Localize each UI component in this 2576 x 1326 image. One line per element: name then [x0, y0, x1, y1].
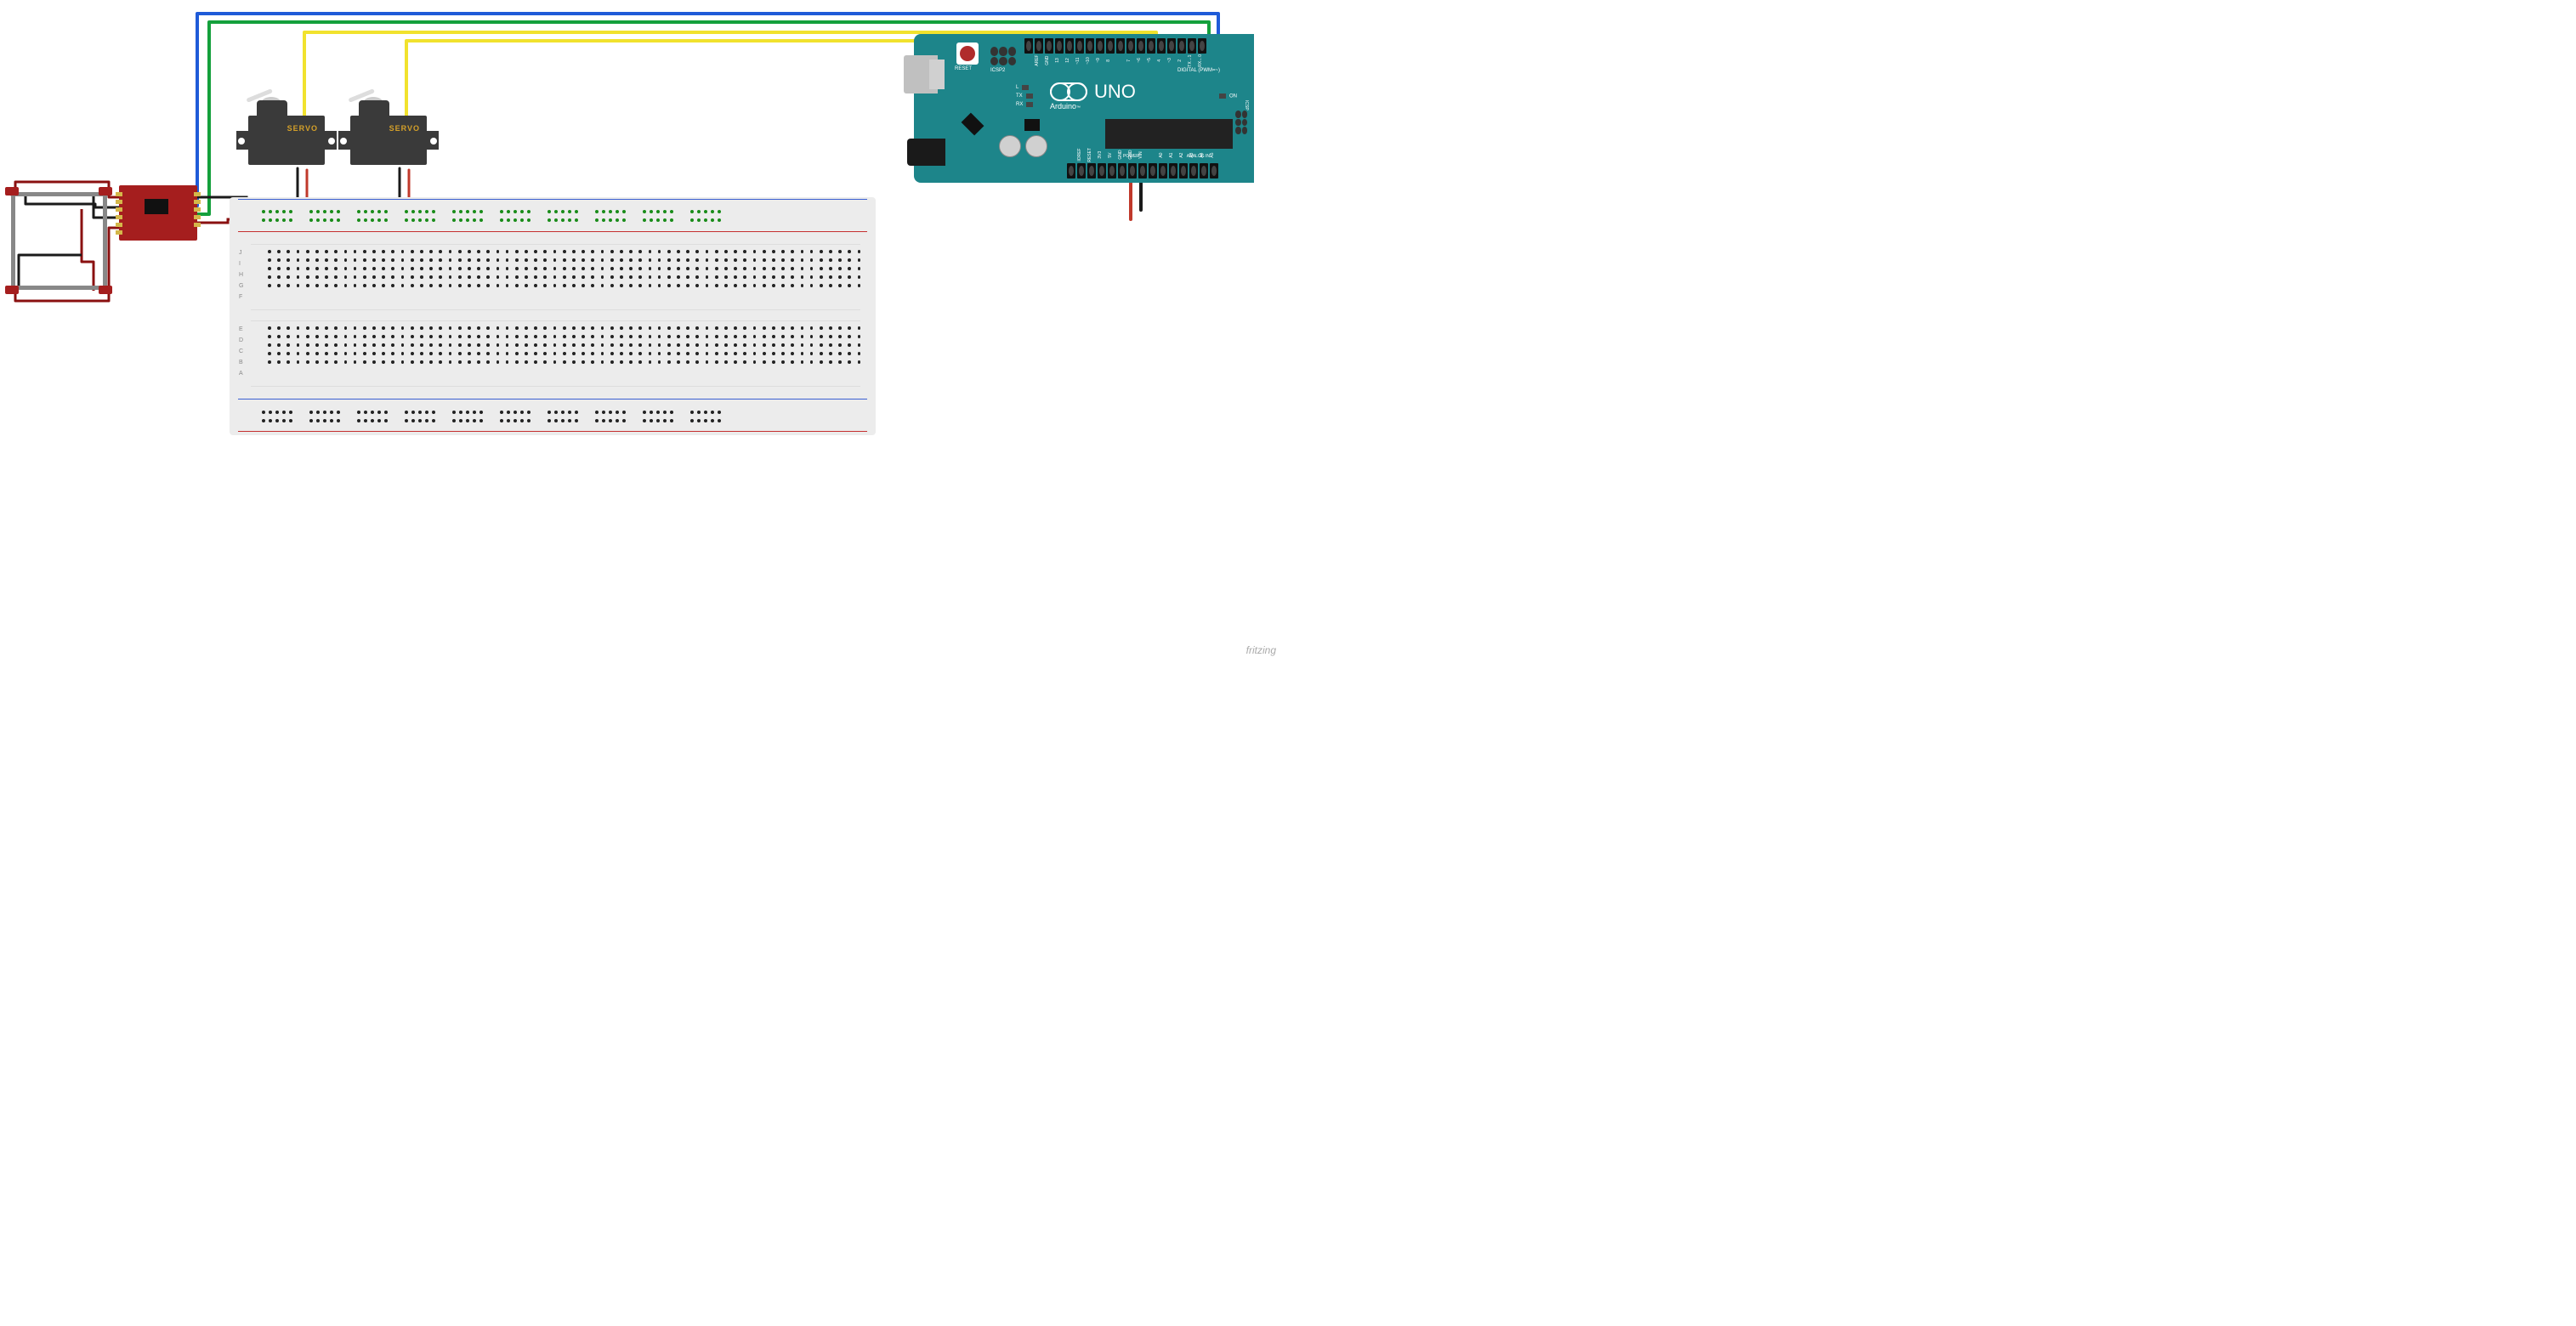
arduino-on-led-label: ON	[1219, 94, 1237, 99]
arduino-reset-label: RESET	[955, 66, 972, 71]
servo-1-label: SERVO	[287, 124, 318, 133]
breadboard-terminal-strip-top: JIHGF	[251, 244, 860, 310]
arduino-power-analog-header	[1067, 163, 1241, 178]
servo-2-label: SERVO	[389, 124, 420, 133]
arduino-status-leds: L TX RX	[1016, 83, 1033, 109]
arduino-regulator	[962, 113, 984, 136]
servo-motor-1: SERVO	[236, 100, 337, 178]
hx711-load-cell-amplifier	[119, 185, 197, 241]
breadboard-terminal-strip-bottom: EDCBA	[251, 320, 860, 387]
breadboard-top-power-rail	[245, 199, 860, 233]
servo-motor-2: SERVO	[338, 100, 439, 178]
arduino-digital-section-label: DIGITAL (PWM=~)	[1177, 68, 1220, 73]
arduino-icsp-header	[1235, 110, 1247, 134]
breadboard: JIHGF EDCBA	[230, 197, 876, 435]
arduino-reset-button[interactable]	[956, 42, 979, 65]
arduino-icsp-label: ICSP	[1244, 100, 1249, 110]
arduino-infinity-icon	[1050, 82, 1087, 101]
hx711-ic	[145, 199, 168, 214]
arduino-icsp2-label: ICSP2	[990, 68, 1005, 73]
arduino-capacitors	[999, 135, 1047, 157]
load-cell-bridge	[3, 185, 114, 296]
hx711-right-pins	[194, 192, 201, 227]
arduino-usb-port	[904, 55, 938, 94]
arduino-power-section-label: POWER	[1123, 154, 1139, 159]
fritzing-watermark: fritzing	[1246, 644, 1276, 656]
arduino-mcu-small	[1024, 119, 1040, 131]
arduino-uno-board: RESET ICSP2 AREFGND1312~11~10~987~6~54~3…	[914, 34, 1254, 183]
arduino-bottom-pin-labels: IOREFRESET3V35VGNDGNDVINA0A1A2A3A4A5	[1067, 148, 1241, 162]
arduino-logo: UNO	[1050, 81, 1136, 103]
arduino-atmega328	[1105, 119, 1233, 149]
breadboard-bottom-power-rail	[245, 400, 860, 434]
arduino-digital-pin-labels: AREFGND1312~11~10~987~6~54~32TX→1RX←0	[1024, 54, 1241, 67]
hx711-left-pins	[116, 192, 122, 235]
fritzing-diagram: RESET ICSP2 AREFGND1312~11~10~987~6~54~3…	[0, 0, 1288, 663]
arduino-digital-header	[1024, 38, 1241, 54]
arduino-icsp2-header	[990, 47, 1016, 65]
arduino-analog-section-label: ANALOG IN	[1187, 154, 1210, 159]
arduino-barrel-jack	[907, 139, 945, 166]
arduino-brand-label: Arduino	[1050, 102, 1076, 110]
